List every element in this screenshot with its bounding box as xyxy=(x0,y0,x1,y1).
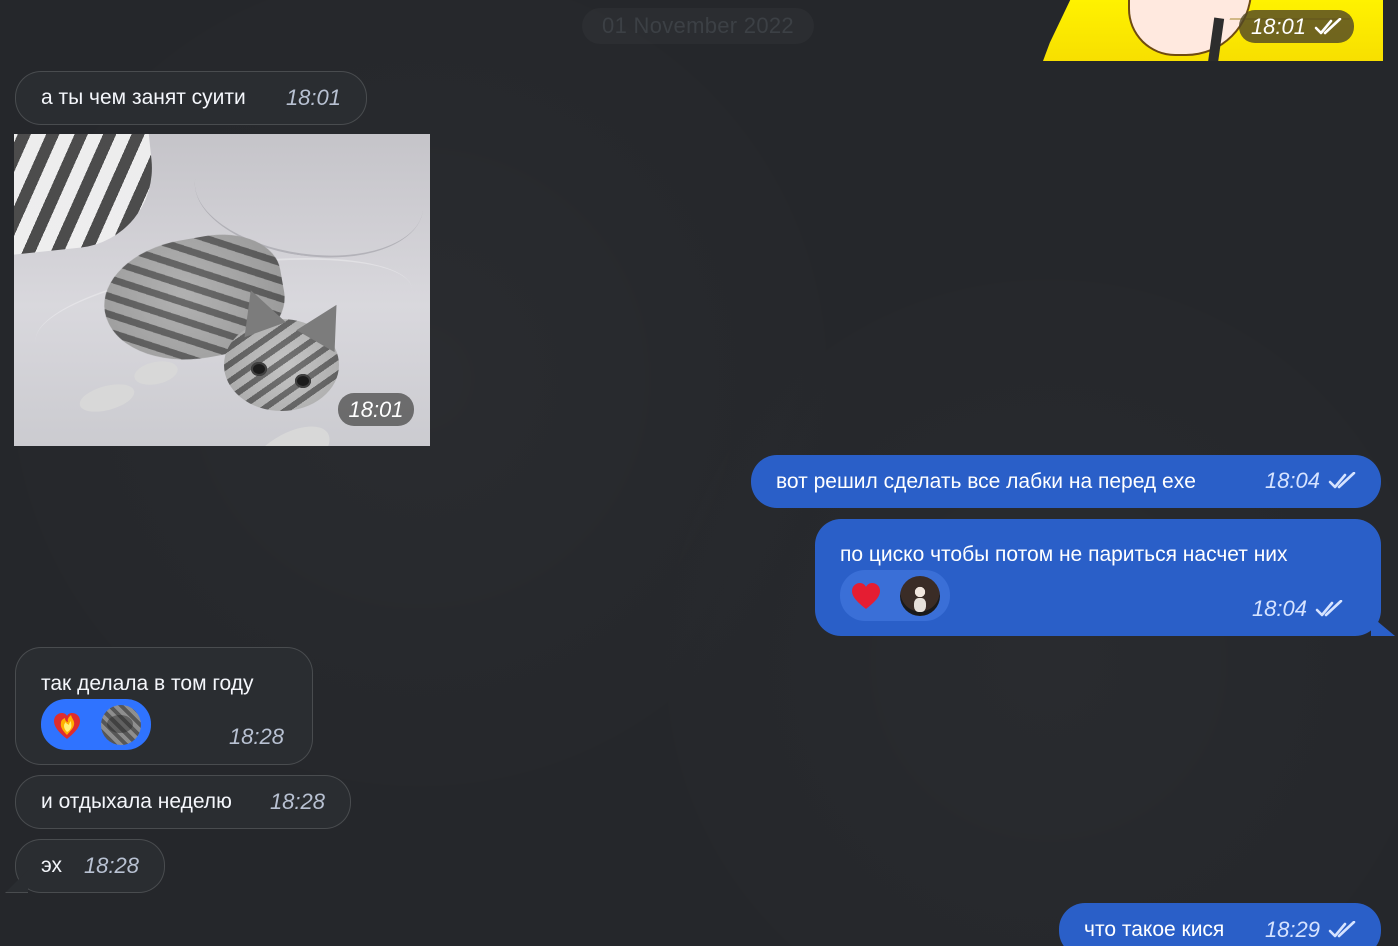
double-check-icon xyxy=(1328,920,1356,938)
message-time: 18:28 xyxy=(83,852,139,878)
message-text: эх xyxy=(41,854,62,878)
incoming-message[interactable]: и отдыхала неделю 18:28 xyxy=(15,775,351,829)
chat-window: 01 November 2022 18:01 а ты чем занят су… xyxy=(0,0,1398,946)
kitten-paw xyxy=(76,379,138,417)
message-time: 18:04 xyxy=(1252,596,1343,622)
outgoing-message[interactable]: что такое кися 18:29 xyxy=(1059,903,1381,946)
time-label: 18:29 xyxy=(1264,916,1320,942)
kitten-eye xyxy=(295,374,311,388)
bubble-tail xyxy=(5,870,28,893)
photo-message[interactable]: 18:01 xyxy=(14,134,430,446)
kitten-paw xyxy=(239,414,339,446)
avatar xyxy=(101,704,141,745)
sticker-message[interactable]: 18:01 xyxy=(1043,0,1383,61)
incoming-message-with-reaction[interactable]: так делала в том году 18:28 xyxy=(15,647,313,765)
reaction-pill[interactable] xyxy=(41,699,151,750)
time-label: 18:04 xyxy=(1251,596,1307,621)
bubble-tail xyxy=(1371,616,1395,636)
time-label: 18:04 xyxy=(1264,468,1320,494)
message-time: 18:04 xyxy=(1265,468,1356,494)
incoming-message[interactable]: эх 18:28 xyxy=(5,839,165,893)
fire-heart-icon xyxy=(54,712,80,739)
sticker-timestamp: 18:01 xyxy=(1238,10,1354,43)
message-text: и отдыхала неделю xyxy=(41,790,232,814)
message-text: так делала в том году xyxy=(41,672,254,695)
double-check-icon xyxy=(1328,472,1356,489)
outgoing-message-with-reaction[interactable]: по циско чтобы потом не париться насчет … xyxy=(815,519,1395,636)
incoming-message[interactable]: а ты чем занят суити 18:01 xyxy=(15,71,367,125)
blanket-stripes xyxy=(14,134,160,257)
kitten-eye xyxy=(251,362,267,376)
message-text: вот решил сделать все лабки на перед exe xyxy=(776,469,1196,493)
double-check-icon xyxy=(1314,17,1342,34)
message-time: 18:28 xyxy=(228,724,284,749)
avatar xyxy=(900,575,940,616)
message-time: 18:28 xyxy=(269,788,325,814)
message-text: а ты чем занят суити xyxy=(41,86,246,110)
message-text: по циско чтобы потом не париться насчет … xyxy=(840,543,1288,566)
outgoing-message[interactable]: вот решил сделать все лабки на перед exe… xyxy=(751,455,1381,508)
message-time: 18:01 xyxy=(285,84,341,110)
heart-icon xyxy=(852,582,880,609)
message-time: 18:29 xyxy=(1265,917,1356,943)
double-check-icon xyxy=(1315,600,1343,617)
reaction-pill[interactable] xyxy=(840,570,950,621)
date-separator: 01 November 2022 xyxy=(582,8,814,44)
photo-timestamp: 18:01 xyxy=(338,393,414,426)
message-time: 18:01 xyxy=(1250,14,1306,39)
message-text: что такое кися xyxy=(1084,918,1225,942)
